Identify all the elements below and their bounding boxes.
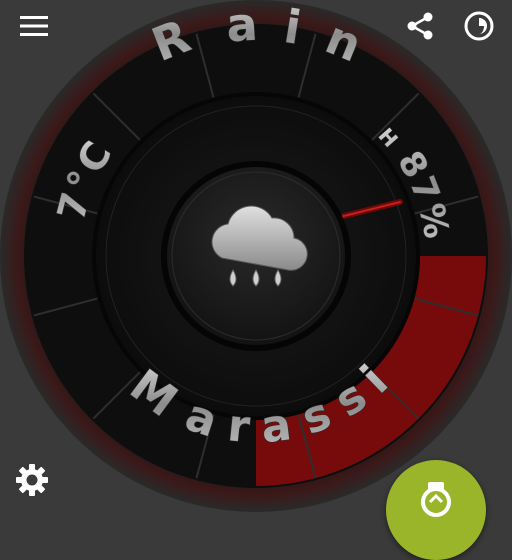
gear-icon (16, 464, 48, 496)
share-icon (407, 12, 433, 40)
half-moon-clock-icon (464, 11, 494, 41)
watch-sync-fab[interactable] (386, 460, 486, 560)
menu-button[interactable] (14, 6, 54, 46)
watch-sync-icon (421, 482, 451, 517)
settings-button[interactable] (12, 460, 52, 500)
watch-face: Rain 7°C H 87% Marassi (0, 0, 512, 512)
hamburger-menu-icon (20, 16, 48, 36)
theme-toggle-button[interactable] (459, 6, 499, 46)
share-button[interactable] (400, 6, 440, 46)
